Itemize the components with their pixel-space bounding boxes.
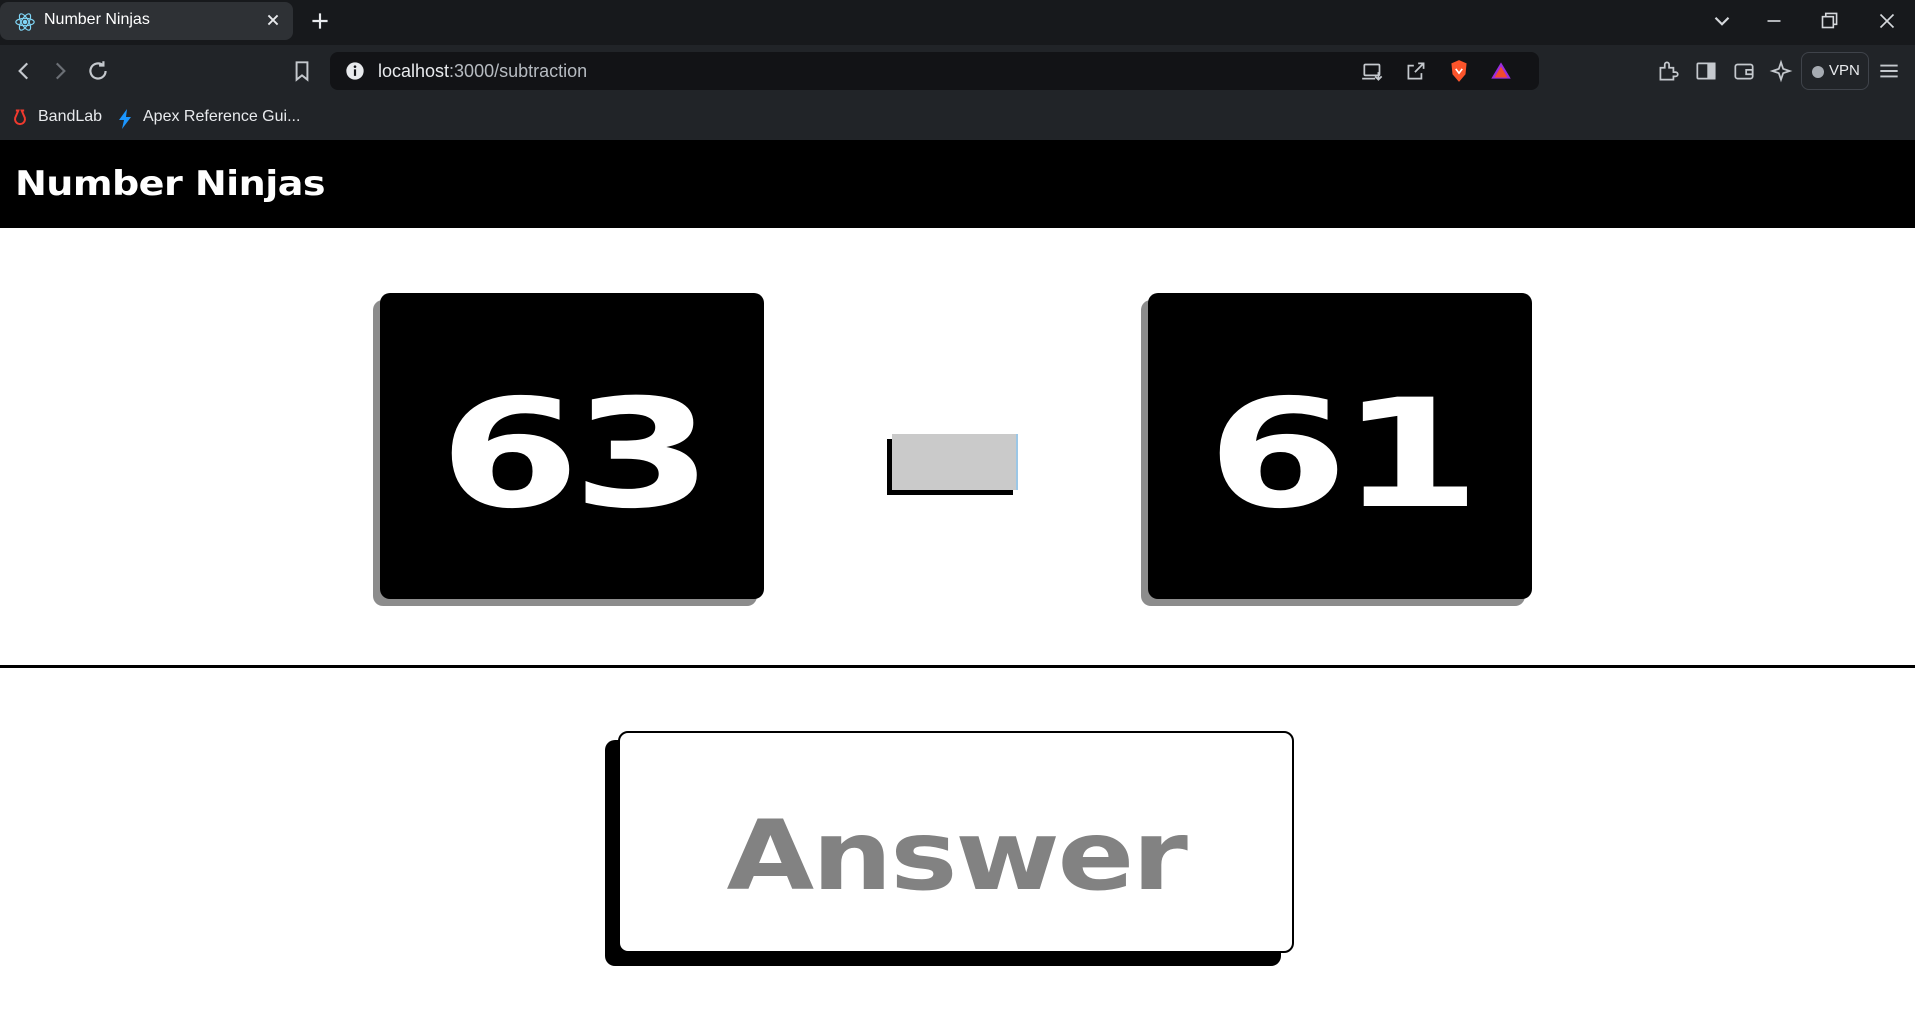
bookmark-apex-reference[interactable]: Apex Reference Gui... xyxy=(117,105,300,131)
vpn-button[interactable]: VPN xyxy=(1801,52,1869,90)
minus-operator xyxy=(892,434,1018,490)
app-title: Number Ninjas xyxy=(15,164,326,204)
tab-title: Number Ninjas xyxy=(44,11,150,28)
answer-input[interactable]: Answer xyxy=(618,731,1294,953)
browser-tab[interactable]: Number Ninjas xyxy=(0,2,293,40)
sidebar-icon[interactable] xyxy=(1693,58,1719,84)
bookmark-icon[interactable] xyxy=(289,58,315,84)
tab-search-icon[interactable] xyxy=(1708,8,1736,34)
address-bar[interactable]: localhost:3000/subtraction xyxy=(330,52,1539,90)
first-number: 63 xyxy=(439,368,713,542)
second-number-card: 61 xyxy=(1148,293,1532,599)
close-tab-icon[interactable] xyxy=(262,9,284,31)
vpn-label: VPN xyxy=(1829,62,1860,79)
close-window-icon[interactable] xyxy=(1873,8,1901,34)
forward-icon[interactable] xyxy=(47,58,73,84)
leo-ai-icon[interactable] xyxy=(1768,58,1794,84)
site-info-icon[interactable] xyxy=(342,58,368,84)
bookmark-label: Apex Reference Gui... xyxy=(143,108,301,125)
reload-icon[interactable] xyxy=(85,58,111,84)
wallet-icon[interactable] xyxy=(1731,58,1757,84)
brave-rewards-icon[interactable] xyxy=(1488,58,1514,84)
url-host: localhost xyxy=(378,61,450,81)
cast-icon[interactable] xyxy=(1360,58,1386,84)
section-divider xyxy=(0,665,1915,668)
menu-icon[interactable] xyxy=(1876,58,1902,84)
answer-placeholder: Answer xyxy=(726,800,1188,912)
share-icon[interactable] xyxy=(1403,58,1429,84)
back-icon[interactable] xyxy=(11,58,37,84)
browser-tab-bar: Number Ninjas xyxy=(0,0,1915,45)
bandlab-icon xyxy=(10,108,30,128)
bookmark-bandlab[interactable]: BandLab xyxy=(10,105,102,131)
lightning-icon xyxy=(117,109,133,129)
second-number: 61 xyxy=(1207,368,1481,542)
bookmark-label: BandLab xyxy=(38,108,103,125)
minimize-icon[interactable] xyxy=(1760,8,1788,34)
new-tab-icon[interactable] xyxy=(307,8,333,34)
brave-shields-icon[interactable] xyxy=(1446,58,1472,84)
extensions-icon[interactable] xyxy=(1655,58,1681,84)
react-icon xyxy=(14,11,36,33)
browser-toolbar: localhost:3000/subtraction VPN xyxy=(0,45,1915,97)
url-text: localhost:3000/subtraction xyxy=(378,61,587,82)
bookmarks-bar: BandLab Apex Reference Gui... xyxy=(0,97,1915,140)
vpn-status-icon xyxy=(1812,66,1824,78)
url-path: :3000/subtraction xyxy=(449,61,588,81)
restore-icon[interactable] xyxy=(1815,8,1843,34)
app-header: Number Ninjas xyxy=(0,140,1915,228)
first-number-card: 63 xyxy=(380,293,764,599)
